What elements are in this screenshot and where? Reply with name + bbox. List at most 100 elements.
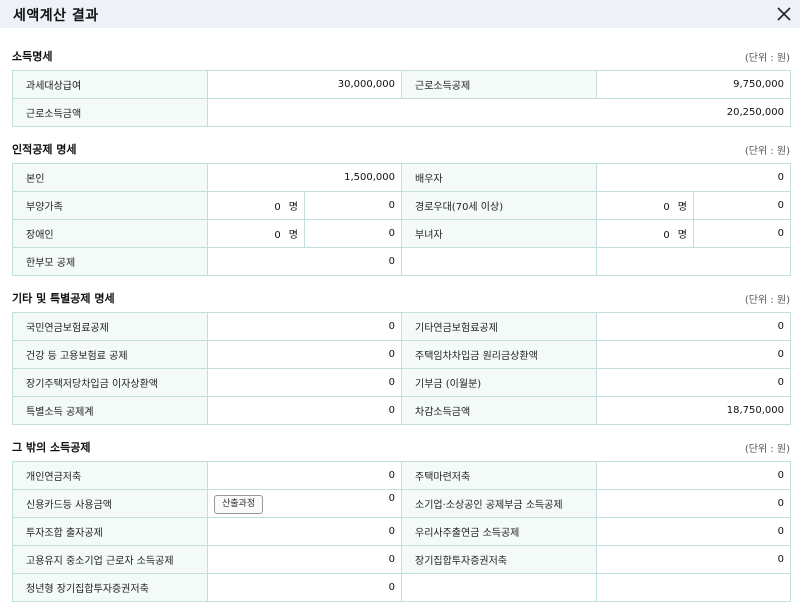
row-value: 0 [596, 461, 791, 490]
section-title: 그 밖의 소득공제 [12, 441, 91, 454]
personal-section-header: 인적공제 명세 (단위 : 원) [12, 141, 790, 157]
row-label: 주택임차차입금 원리금상환액 [401, 340, 597, 369]
table-row: 장애인 0명 0 부녀자 0명 0 [12, 219, 791, 248]
row-value: 0 [596, 368, 791, 397]
section-title: 소득명세 [12, 50, 53, 63]
table-row: 과세대상급여 30,000,000 근로소득공제 9,750,000 [12, 70, 791, 99]
row-value: 0 [207, 340, 402, 369]
unit-label: (단위 : 원) [744, 295, 790, 306]
row-label: 근로소득공제 [401, 70, 597, 99]
row-label: 청년형 장기집합투자증권저축 [12, 573, 208, 602]
row-label: 신용카드등 사용금액 [12, 489, 208, 518]
row-value: 0 [207, 573, 402, 602]
row-value: 18,750,000 [596, 396, 791, 425]
count-value: 0 [274, 202, 281, 213]
count-value: 0 [274, 230, 281, 241]
unit-label: (단위 : 원) [744, 53, 790, 64]
table-row: 부양가족 0명 0 경로우대(70세 이상) 0명 0 [12, 191, 791, 220]
table-row: 고용유지 중소기업 근로자 소득공제 0 장기집합투자증권저축 0 [12, 545, 791, 574]
row-value: 0 [596, 340, 791, 369]
row-value: 0 [693, 191, 791, 220]
table-row: 특별소득 공제계 0 차감소득금액 18,750,000 [12, 396, 791, 425]
row-value: 0 [207, 312, 402, 341]
empty-cell [596, 247, 791, 276]
count-cell: 0명 [596, 191, 694, 220]
row-label: 고용유지 중소기업 근로자 소득공제 [12, 545, 208, 574]
table-row: 본인 1,500,000 배우자 0 [12, 163, 791, 192]
row-label: 배우자 [401, 163, 597, 192]
count-value: 0 [663, 202, 670, 213]
close-icon[interactable] [774, 4, 794, 24]
empty-cell [401, 573, 597, 602]
table-row: 국민연금보험료공제 0 기타연금보험료공제 0 [12, 312, 791, 341]
row-value: 1,500,000 [207, 163, 402, 192]
section-title: 인적공제 명세 [12, 143, 77, 156]
row-value: 0 [388, 493, 395, 504]
row-value: 0 [207, 368, 402, 397]
row-label: 장기주택저당차입금 이자상환액 [12, 368, 208, 397]
row-label: 차감소득금액 [401, 396, 597, 425]
count-unit: 명 [677, 202, 687, 213]
row-label: 과세대상급여 [12, 70, 208, 99]
row-label: 근로소득금액 [12, 98, 208, 127]
row-label: 경로우대(70세 이상) [401, 191, 597, 220]
row-value: 0 [596, 545, 791, 574]
row-label: 기부금 (이월분) [401, 368, 597, 397]
income-table: 과세대상급여 30,000,000 근로소득공제 9,750,000 근로소득금… [12, 70, 791, 127]
count-unit: 명 [288, 202, 298, 213]
row-value: 30,000,000 [207, 70, 402, 99]
section-title: 기타 및 특별공제 명세 [12, 292, 115, 305]
row-value: 0 [304, 191, 402, 220]
count-unit: 명 [677, 230, 687, 241]
row-label: 장애인 [12, 219, 208, 248]
unit-label: (단위 : 원) [744, 444, 790, 455]
row-label: 부양가족 [12, 191, 208, 220]
table-row: 장기주택저당차입금 이자상환액 0 기부금 (이월분) 0 [12, 368, 791, 397]
table-row: 투자조합 출자공제 0 우리사주출연금 소득공제 0 [12, 517, 791, 546]
table-row: 한부모 공제 0 [12, 247, 791, 276]
row-value: 9,750,000 [596, 70, 791, 99]
row-label: 투자조합 출자공제 [12, 517, 208, 546]
row-value-with-button: 산출과정 0 [207, 489, 402, 518]
other-table: 국민연금보험료공제 0 기타연금보험료공제 0 건강 등 고용보험료 공제 0 … [12, 312, 791, 425]
row-value: 0 [207, 545, 402, 574]
row-label: 개인연금저축 [12, 461, 208, 490]
row-value: 20,250,000 [207, 98, 791, 127]
row-label: 기타연금보험료공제 [401, 312, 597, 341]
row-value: 0 [596, 163, 791, 192]
dialog-title-bar: 세액계산 결과 [0, 0, 800, 28]
unit-label: (단위 : 원) [744, 146, 790, 157]
row-label: 본인 [12, 163, 208, 192]
row-value: 0 [304, 219, 402, 248]
row-label: 주택마련저축 [401, 461, 597, 490]
row-value: 0 [596, 312, 791, 341]
row-value: 0 [596, 517, 791, 546]
row-label: 장기집합투자증권저축 [401, 545, 597, 574]
row-label: 건강 등 고용보험료 공제 [12, 340, 208, 369]
count-unit: 명 [288, 230, 298, 241]
row-value: 0 [596, 489, 791, 518]
row-value: 0 [207, 517, 402, 546]
row-label: 특별소득 공제계 [12, 396, 208, 425]
row-label: 국민연금보험료공제 [12, 312, 208, 341]
empty-cell [401, 247, 597, 276]
row-label: 소기업·소상공인 공제부금 소득공제 [401, 489, 597, 518]
calc-process-button[interactable]: 산출과정 [214, 495, 264, 514]
table-row: 근로소득금액 20,250,000 [12, 98, 791, 127]
table-row: 신용카드등 사용금액 산출과정 0 소기업·소상공인 공제부금 소득공제 0 [12, 489, 791, 518]
other-section-header: 기타 및 특별공제 명세 (단위 : 원) [12, 290, 790, 306]
extra-table: 개인연금저축 0 주택마련저축 0 신용카드등 사용금액 산출과정 0 소기업·… [12, 461, 791, 602]
row-label: 한부모 공제 [12, 247, 208, 276]
row-value: 0 [207, 461, 402, 490]
count-value: 0 [663, 230, 670, 241]
count-cell: 0명 [207, 219, 305, 248]
table-row: 개인연금저축 0 주택마련저축 0 [12, 461, 791, 490]
row-label: 부녀자 [401, 219, 597, 248]
empty-cell [596, 573, 791, 602]
income-section-header: 소득명세 (단위 : 원) [12, 48, 790, 64]
row-value: 0 [207, 396, 402, 425]
row-label: 우리사주출연금 소득공제 [401, 517, 597, 546]
dialog-title: 세액계산 결과 [13, 8, 99, 24]
row-value: 0 [693, 219, 791, 248]
table-row: 청년형 장기집합투자증권저축 0 [12, 573, 791, 602]
